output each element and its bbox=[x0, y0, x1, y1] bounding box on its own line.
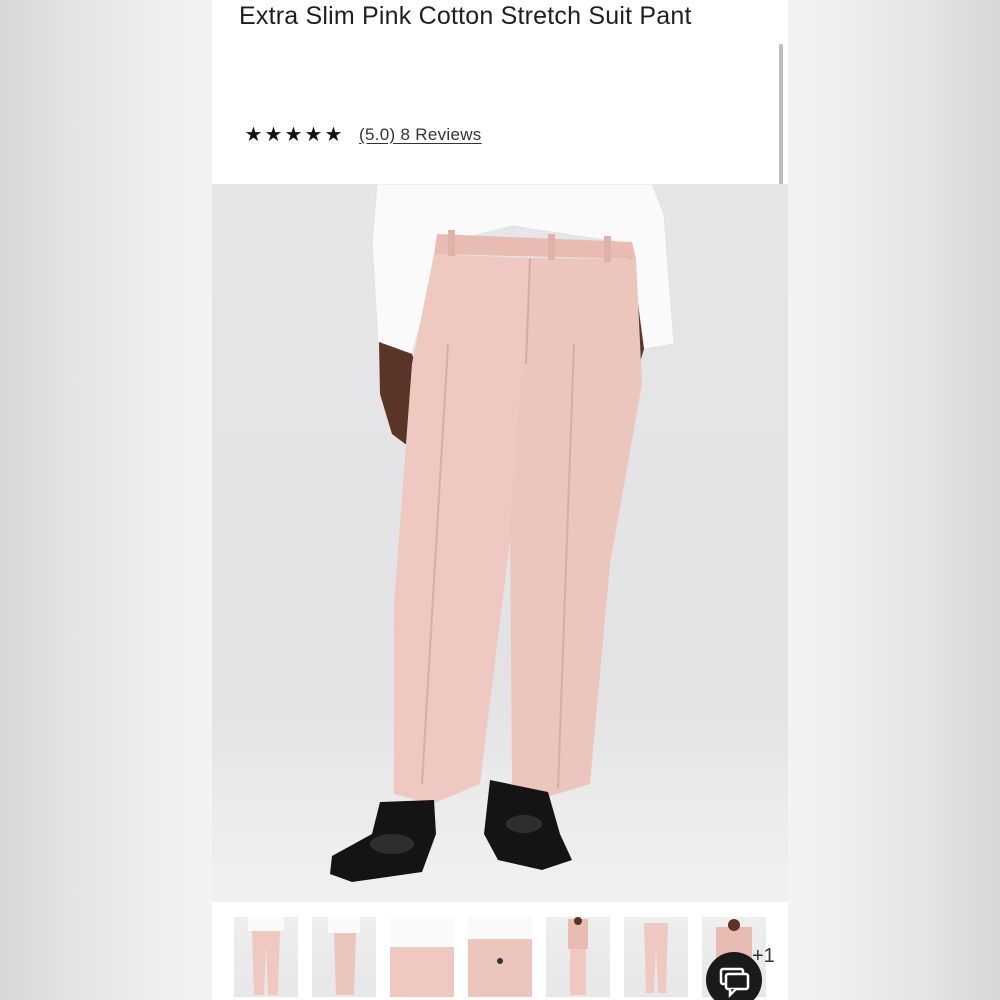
reviews-link[interactable]: (5.0) 8 Reviews bbox=[359, 125, 482, 145]
chat-button[interactable] bbox=[706, 952, 762, 1000]
thumbnail-front-view[interactable] bbox=[234, 917, 298, 997]
product-rating: ★ ★ ★ ★ ★ (5.0) 8 Reviews bbox=[244, 121, 482, 149]
rating-stars: ★ ★ ★ ★ ★ bbox=[244, 125, 343, 145]
thumbnail-waist-closeup[interactable] bbox=[390, 917, 454, 997]
product-title: Extra Slim Pink Cotton Stretch Suit Pant bbox=[239, 2, 692, 30]
star-icon: ★ bbox=[264, 124, 283, 146]
thumbnail-full-suit[interactable] bbox=[546, 917, 610, 997]
star-icon: ★ bbox=[304, 124, 323, 146]
star-icon: ★ bbox=[244, 124, 263, 146]
right-backdrop bbox=[788, 0, 1000, 1000]
chat-icon bbox=[719, 967, 750, 999]
product-page: Extra Slim Pink Cotton Stretch Suit Pant… bbox=[212, 0, 788, 1000]
thumbnail-pocket-detail[interactable] bbox=[468, 917, 532, 997]
thumbnail-flat-lay[interactable] bbox=[624, 917, 688, 997]
product-header: Extra Slim Pink Cotton Stretch Suit Pant… bbox=[212, 0, 788, 184]
model-illustration bbox=[330, 184, 675, 882]
star-icon: ★ bbox=[324, 124, 343, 146]
thumbnail-side-view[interactable] bbox=[312, 917, 376, 997]
left-backdrop bbox=[0, 0, 212, 1000]
star-icon: ★ bbox=[284, 124, 303, 146]
thumbnail-strip bbox=[212, 902, 788, 1000]
product-main-image[interactable] bbox=[212, 184, 788, 902]
